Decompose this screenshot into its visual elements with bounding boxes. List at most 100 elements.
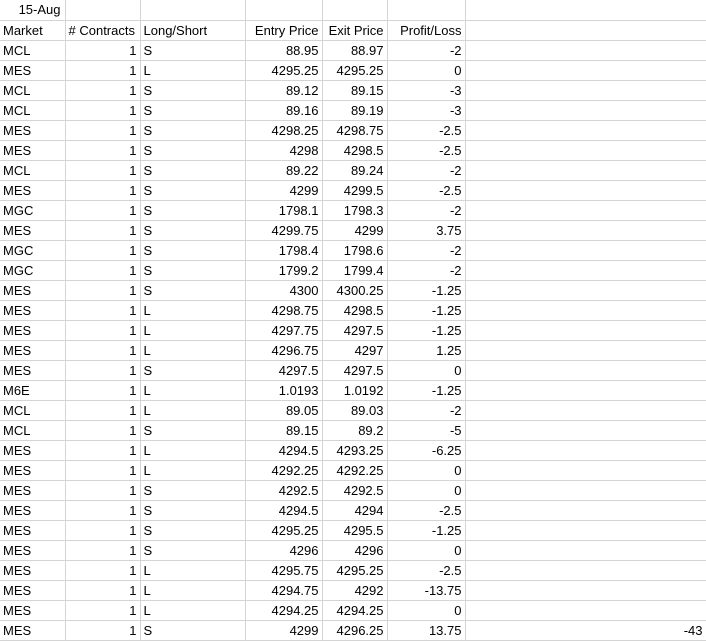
long-short-cell[interactable]: L bbox=[140, 460, 246, 481]
contracts-cell[interactable]: 1 bbox=[65, 560, 141, 581]
market-cell[interactable]: MES bbox=[0, 580, 66, 601]
entry-price-cell[interactable]: 4299.75 bbox=[245, 220, 323, 241]
exit-price-cell[interactable]: 4299 bbox=[322, 220, 388, 241]
entry-price-cell[interactable]: 4298 bbox=[245, 140, 323, 161]
long-short-cell[interactable]: S bbox=[140, 140, 246, 161]
long-short-cell[interactable]: L bbox=[140, 400, 246, 421]
entry-price-cell[interactable]: 89.12 bbox=[245, 80, 323, 101]
long-short-cell[interactable]: S bbox=[140, 160, 246, 181]
total-cell[interactable] bbox=[465, 240, 706, 261]
total-cell[interactable] bbox=[465, 420, 706, 441]
total-cell[interactable] bbox=[465, 520, 706, 541]
exit-price-cell[interactable]: 89.2 bbox=[322, 420, 388, 441]
market-cell[interactable]: MES bbox=[0, 620, 66, 641]
profit-loss-cell[interactable]: -2 bbox=[387, 160, 466, 181]
contracts-cell[interactable]: 1 bbox=[65, 480, 141, 501]
exit-price-cell[interactable]: 4292.25 bbox=[322, 460, 388, 481]
profit-loss-cell[interactable]: -2.5 bbox=[387, 120, 466, 141]
market-cell[interactable]: MES bbox=[0, 480, 66, 501]
total-cell[interactable] bbox=[465, 380, 706, 401]
market-cell[interactable]: MGC bbox=[0, 240, 66, 261]
contracts-cell[interactable]: 1 bbox=[65, 520, 141, 541]
total-cell[interactable] bbox=[465, 160, 706, 181]
total-cell[interactable] bbox=[465, 260, 706, 281]
market-cell[interactable]: M6E bbox=[0, 380, 66, 401]
entry-price-cell[interactable]: 4295.25 bbox=[245, 60, 323, 81]
total-cell[interactable] bbox=[465, 100, 706, 121]
entry-price-cell[interactable]: 1.0193 bbox=[245, 380, 323, 401]
exit-price-cell[interactable]: 4300.25 bbox=[322, 280, 388, 301]
total-cell[interactable] bbox=[465, 460, 706, 481]
exit-price-cell[interactable]: 4294 bbox=[322, 500, 388, 521]
exit-price-cell[interactable]: 4293.25 bbox=[322, 440, 388, 461]
profit-loss-cell[interactable]: 13.75 bbox=[387, 620, 466, 641]
exit-price-cell[interactable]: 4297.5 bbox=[322, 360, 388, 381]
entry-price-cell[interactable]: 4292.25 bbox=[245, 460, 323, 481]
entry-price-cell[interactable]: 4299 bbox=[245, 180, 323, 201]
contracts-cell[interactable]: 1 bbox=[65, 240, 141, 261]
total-cell[interactable] bbox=[465, 580, 706, 601]
entry-price-cell[interactable]: 88.95 bbox=[245, 40, 323, 61]
entry-price-cell[interactable]: 4300 bbox=[245, 280, 323, 301]
market-cell[interactable]: MES bbox=[0, 520, 66, 541]
contracts-cell[interactable]: 1 bbox=[65, 360, 141, 381]
empty-cell[interactable] bbox=[65, 0, 141, 21]
exit-price-cell[interactable]: 4295.25 bbox=[322, 560, 388, 581]
profit-loss-cell[interactable]: -2 bbox=[387, 40, 466, 61]
profit-loss-cell[interactable]: 0 bbox=[387, 480, 466, 501]
entry-price-cell[interactable]: 4294.25 bbox=[245, 600, 323, 621]
long-short-cell[interactable]: L bbox=[140, 560, 246, 581]
market-cell[interactable]: MCL bbox=[0, 100, 66, 121]
exit-price-cell[interactable]: 89.24 bbox=[322, 160, 388, 181]
profit-loss-cell[interactable]: 0 bbox=[387, 460, 466, 481]
market-cell[interactable]: MCL bbox=[0, 40, 66, 61]
total-cell[interactable] bbox=[465, 120, 706, 141]
header-contracts[interactable]: # Contracts bbox=[65, 20, 141, 41]
total-cell[interactable] bbox=[465, 400, 706, 421]
long-short-cell[interactable]: S bbox=[140, 120, 246, 141]
market-cell[interactable]: MES bbox=[0, 120, 66, 141]
contracts-cell[interactable]: 1 bbox=[65, 160, 141, 181]
entry-price-cell[interactable]: 4294.5 bbox=[245, 500, 323, 521]
profit-loss-cell[interactable]: -2 bbox=[387, 260, 466, 281]
contracts-cell[interactable]: 1 bbox=[65, 220, 141, 241]
long-short-cell[interactable]: S bbox=[140, 420, 246, 441]
exit-price-cell[interactable]: 4295.25 bbox=[322, 60, 388, 81]
contracts-cell[interactable]: 1 bbox=[65, 500, 141, 521]
profit-loss-cell[interactable]: 0 bbox=[387, 360, 466, 381]
total-cell[interactable] bbox=[465, 320, 706, 341]
long-short-cell[interactable]: S bbox=[140, 540, 246, 561]
total-cell[interactable] bbox=[465, 500, 706, 521]
entry-price-cell[interactable]: 4294.5 bbox=[245, 440, 323, 461]
long-short-cell[interactable]: S bbox=[140, 200, 246, 221]
empty-cell[interactable] bbox=[245, 0, 323, 21]
total-cell[interactable] bbox=[465, 220, 706, 241]
long-short-cell[interactable]: S bbox=[140, 520, 246, 541]
exit-price-cell[interactable]: 4294.25 bbox=[322, 600, 388, 621]
profit-loss-cell[interactable]: -2 bbox=[387, 240, 466, 261]
total-cell[interactable] bbox=[465, 200, 706, 221]
profit-loss-cell[interactable]: -2 bbox=[387, 200, 466, 221]
profit-loss-cell[interactable]: -1.25 bbox=[387, 380, 466, 401]
exit-price-cell[interactable]: 4292.5 bbox=[322, 480, 388, 501]
long-short-cell[interactable]: S bbox=[140, 500, 246, 521]
entry-price-cell[interactable]: 4297.5 bbox=[245, 360, 323, 381]
long-short-cell[interactable]: L bbox=[140, 380, 246, 401]
total-cell[interactable] bbox=[465, 140, 706, 161]
entry-price-cell[interactable]: 4296.75 bbox=[245, 340, 323, 361]
market-cell[interactable]: MCL bbox=[0, 400, 66, 421]
empty-cell[interactable] bbox=[465, 0, 706, 21]
entry-price-cell[interactable]: 4298.75 bbox=[245, 300, 323, 321]
total-cell[interactable] bbox=[465, 80, 706, 101]
total-cell[interactable] bbox=[465, 300, 706, 321]
market-cell[interactable]: MGC bbox=[0, 200, 66, 221]
market-cell[interactable]: MES bbox=[0, 340, 66, 361]
entry-price-cell[interactable]: 89.22 bbox=[245, 160, 323, 181]
profit-loss-cell[interactable]: -3 bbox=[387, 100, 466, 121]
long-short-cell[interactable]: S bbox=[140, 280, 246, 301]
date-cell[interactable]: 15-Aug bbox=[0, 0, 66, 21]
entry-price-cell[interactable]: 1799.2 bbox=[245, 260, 323, 281]
market-cell[interactable]: MES bbox=[0, 500, 66, 521]
long-short-cell[interactable]: L bbox=[140, 300, 246, 321]
header-long-short[interactable]: Long/Short bbox=[140, 20, 246, 41]
